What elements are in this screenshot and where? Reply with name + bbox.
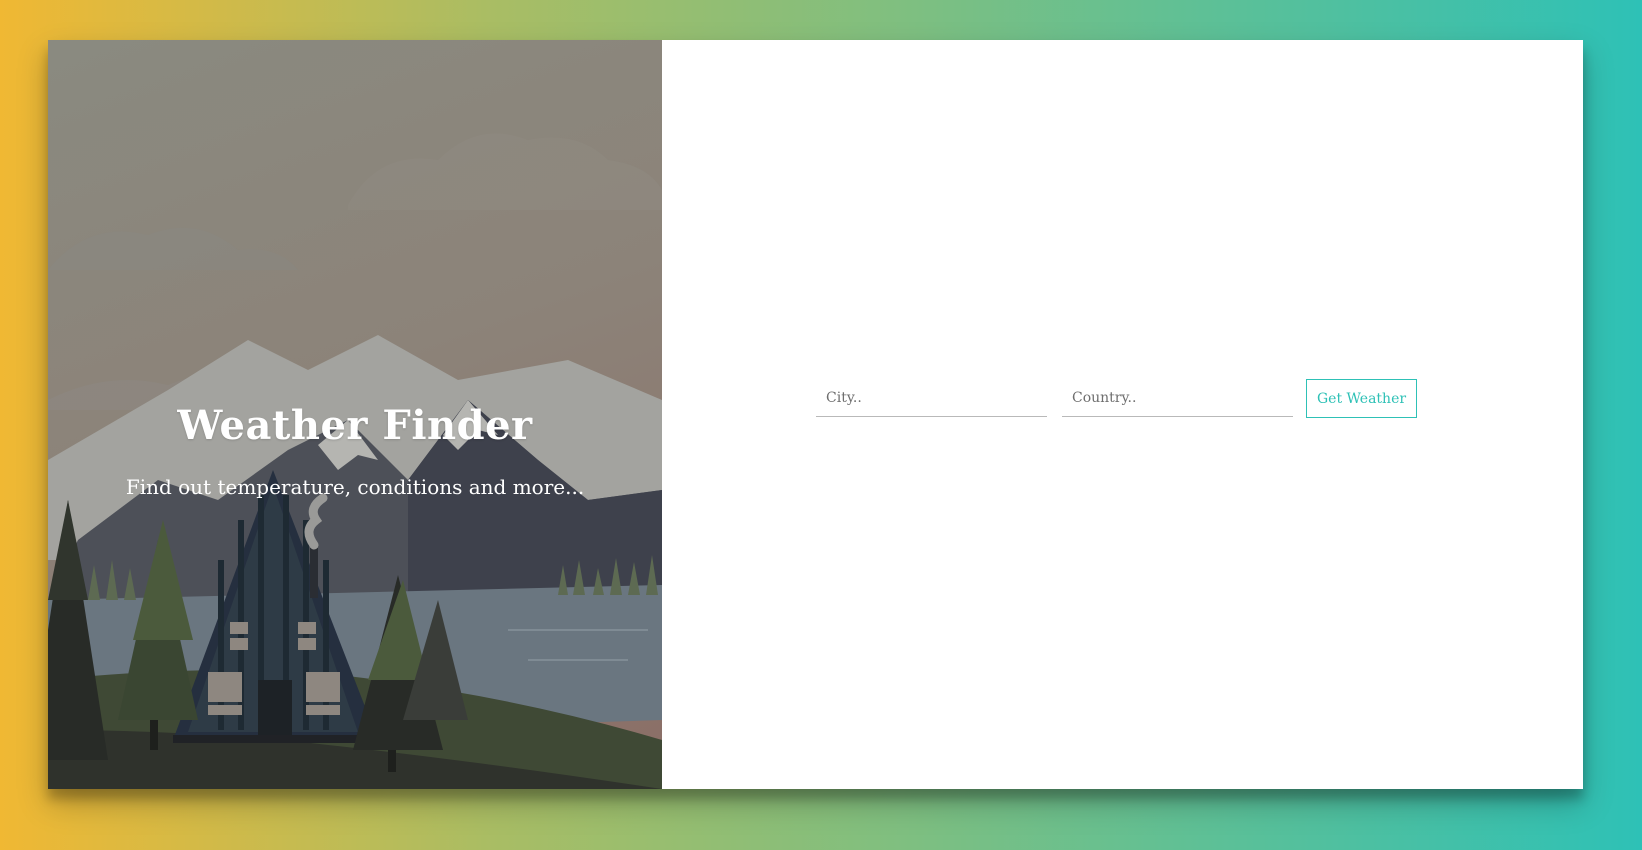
city-input[interactable]	[816, 380, 1047, 417]
weather-form: Get Weather	[816, 379, 1418, 418]
get-weather-button[interactable]: Get Weather	[1306, 379, 1418, 418]
hero-panel: Weather Finder Find out temperature, con…	[48, 40, 662, 789]
app-card: Weather Finder Find out temperature, con…	[48, 40, 1583, 789]
hero-text-block: Weather Finder Find out temperature, con…	[48, 402, 662, 499]
form-panel: Get Weather	[662, 40, 1583, 789]
page-subtitle: Find out temperature, conditions and mor…	[125, 475, 585, 499]
country-input[interactable]	[1062, 380, 1293, 417]
page-title: Weather Finder	[177, 402, 533, 449]
